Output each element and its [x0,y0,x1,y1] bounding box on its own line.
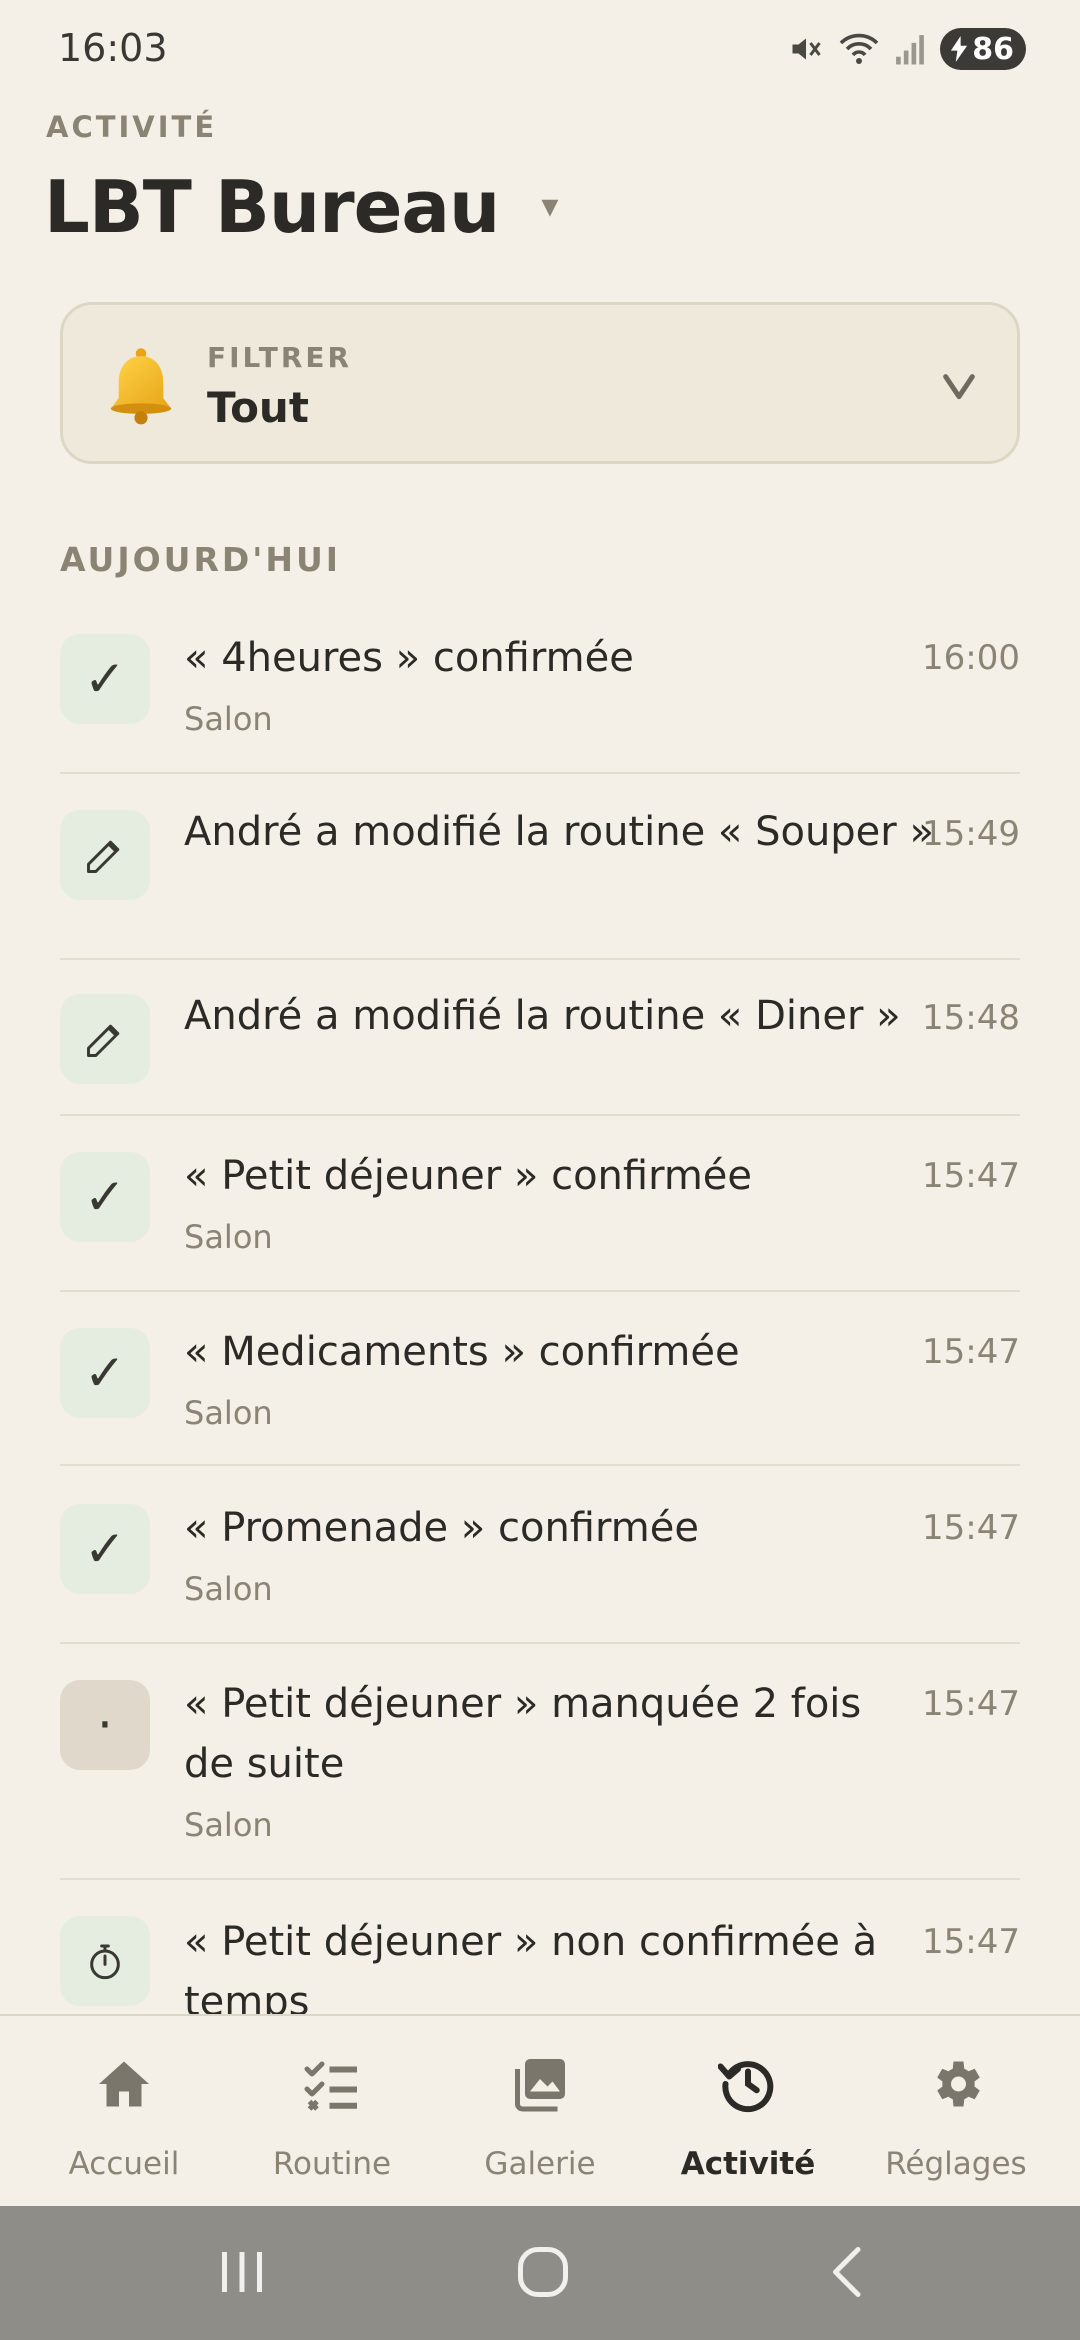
activity-title: « Petit déjeuner » confirmée [184,1153,753,1199]
activity-time: 15:47 [922,1684,1020,1724]
nav-item-activite[interactable]: Activité [640,2016,856,2208]
recent-apps-icon[interactable] [212,2242,272,2302]
activity-time: 15:47 [922,1332,1020,1372]
bottom-navigation: Accueil Routine Galerie Activité Réglage… [0,2014,1080,2206]
activity-time: 15:48 [922,998,1020,1038]
activity-item[interactable]: ✓ « Promenade » confirmée Salon 15:47 [60,1466,1020,1644]
charging-icon [951,36,968,62]
check-icon: ✓ [60,634,150,724]
activity-item[interactable]: André a modifié la routine « Souper » 15… [60,774,1020,960]
page-title: LBT Bureau [44,165,500,249]
gear-icon [937,2061,980,2107]
activity-title: « 4heures » confirmée [184,635,634,681]
home-icon [99,2061,149,2107]
activity-screen: 16:03 86 ACTIVITÉ LBT Bureau ▾ FILTRER T… [0,0,1080,2340]
bell-icon [110,348,172,425]
activity-item[interactable]: ✓ « 4heures » confirmée Salon 16:00 [60,618,1020,774]
activity-item[interactable]: « Petit déjeuner » non confirmée à temps… [60,1880,1020,2014]
wifi-icon [839,33,879,64]
activity-title: « Petit déjeuner » manquée 2 fois de sui… [184,1681,862,1787]
nav-label: Accueil [68,2146,180,2182]
check-icon: ✓ [60,1328,150,1418]
status-bar: 16:03 86 [0,0,1080,100]
activity-location: Salon [184,1570,273,1608]
activity-title: « Petit déjeuner » non confirmée à temps [184,1919,878,2014]
check-icon: ✓ [60,1504,150,1594]
history-icon [718,2061,774,2113]
activity-title: « Promenade » confirmée [184,1505,699,1551]
pencil-icon [60,810,150,900]
activity-location: Salon [184,1806,273,1844]
screen-eyebrow: ACTIVITÉ [46,110,218,144]
activity-title: « Medicaments » confirmée [184,1329,740,1375]
home-button-icon[interactable] [513,2242,573,2302]
status-time: 16:03 [58,26,168,70]
nav-item-galerie[interactable]: Galerie [432,2016,648,2208]
nav-label: Routine [272,2146,392,2182]
filter-value: Tout [207,383,309,432]
pencil-icon [60,994,150,1084]
system-navigation-bar [0,2206,1080,2340]
checklist-icon [304,2061,357,2111]
activity-location: Salon [184,1394,273,1432]
nav-label: Activité [680,2146,816,2182]
nav-label: Réglages [885,2146,1027,2182]
activity-time: 16:00 [922,638,1020,678]
activity-item[interactable]: André a modifié la routine « Diner » 15:… [60,960,1020,1116]
battery-indicator: 86 [940,28,1026,70]
signal-icon [896,35,925,65]
activity-item[interactable]: · « Petit déjeuner » manquée 2 fois de s… [60,1644,1020,1880]
nav-item-reglages[interactable]: Réglages [848,2016,1064,2208]
mute-icon [792,38,821,60]
dot-icon: · [60,1680,150,1770]
activity-time: 15:47 [922,1156,1020,1196]
activity-location: Salon [184,1218,273,1256]
nav-item-accueil[interactable]: Accueil [16,2016,232,2208]
chevron-down-icon [943,374,975,400]
status-icons: 86 [788,28,1026,70]
activity-location: Salon [184,700,273,738]
nav-label: Galerie [484,2146,596,2182]
activity-title: André a modifié la routine « Diner » [184,993,901,1039]
activity-item[interactable]: ✓ « Medicaments » confirmée Salon 15:47 [60,1292,1020,1466]
filter-dropdown[interactable]: FILTRER Tout [60,302,1020,464]
back-icon[interactable] [818,2242,878,2302]
check-icon: ✓ [60,1152,150,1242]
battery-level: 86 [972,31,1014,67]
activity-item[interactable]: ✓ « Petit déjeuner » confirmée Salon 15:… [60,1116,1020,1292]
activity-time: 15:47 [922,1922,1020,1962]
activity-title: André a modifié la routine « Souper » [184,809,934,855]
section-header-today: AUJOURD'HUI [60,540,342,579]
location-selector[interactable]: LBT Bureau ▾ [44,165,558,249]
activity-time: 15:47 [922,1508,1020,1548]
stopwatch-icon [60,1916,150,2006]
activity-time: 15:49 [922,814,1020,854]
filter-label: FILTRER [207,341,353,374]
gallery-icon [515,2059,565,2112]
nav-item-routine[interactable]: Routine [224,2016,440,2208]
caret-down-icon: ▾ [541,186,558,227]
